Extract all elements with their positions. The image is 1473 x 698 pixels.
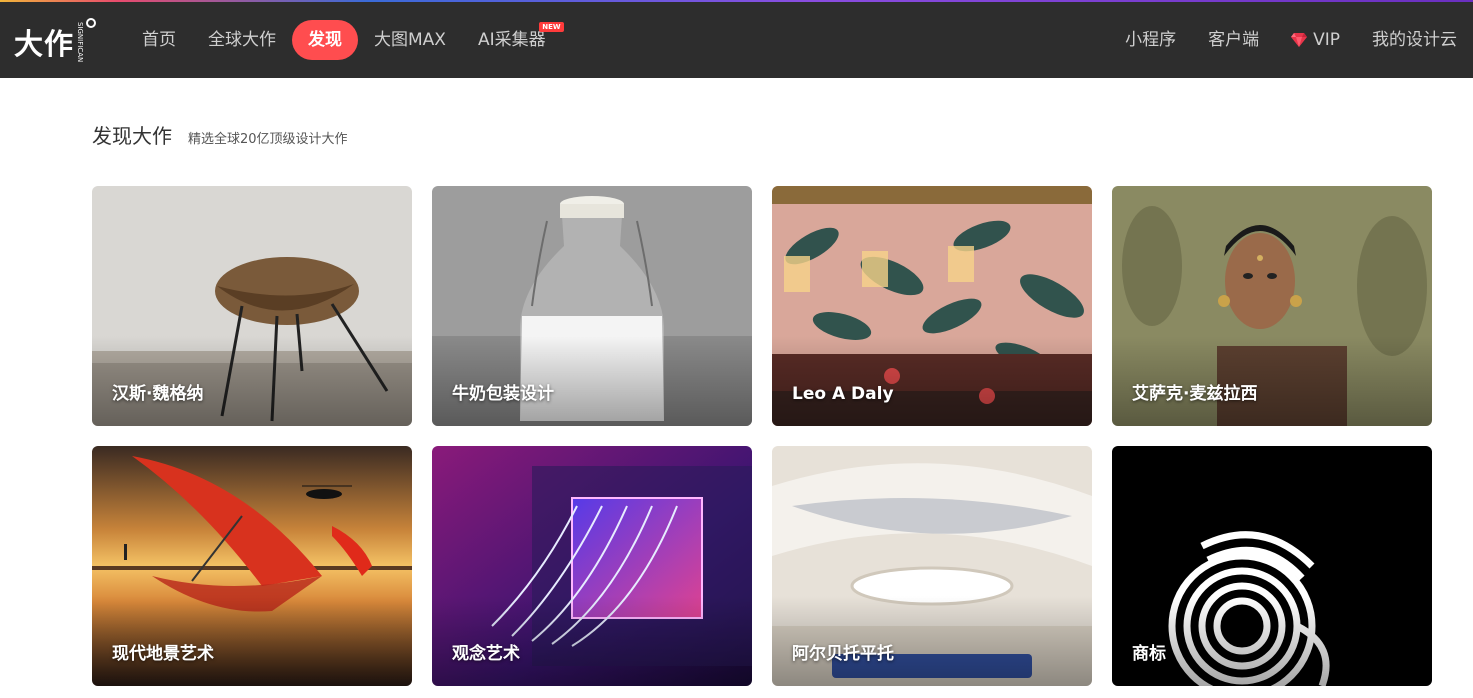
right-nav: 小程序 客户端 VIP 我的设计云 <box>1109 20 1473 60</box>
logo-text: 大作 <box>14 27 75 61</box>
nav-vip-label: VIP <box>1313 30 1340 50</box>
card-alberto-pinto[interactable]: 阿尔贝托平托 <box>772 446 1092 686</box>
nav-my-design-cloud[interactable]: 我的设计云 <box>1356 20 1473 60</box>
nav-my-design-cloud-label: 我的设计云 <box>1372 30 1457 50</box>
card-milk-packaging[interactable]: 牛奶包装设计 <box>432 186 752 426</box>
nav-discover[interactable]: 发现 <box>292 20 358 60</box>
nav-bigimage-max-label: 大图MAX <box>374 30 446 50</box>
card-hans-wegner[interactable]: 汉斯·魏格纳 <box>92 186 412 426</box>
card-modern-land-art[interactable]: 现代地景艺术 <box>92 446 412 686</box>
new-badge: NEW <box>539 22 564 32</box>
top-navbar: 大作 SIGNIFICAN 首页 全球大作 发现 大图MAX AI采集器 NEW… <box>0 2 1473 78</box>
nav-global-works[interactable]: 全球大作 <box>192 20 292 60</box>
nav-mini-program[interactable]: 小程序 <box>1109 20 1192 60</box>
nav-mini-program-label: 小程序 <box>1125 30 1177 50</box>
site-logo[interactable]: 大作 SIGNIFICAN <box>14 18 96 63</box>
logo-subtext: SIGNIFICAN <box>76 21 85 63</box>
nav-home-label: 首页 <box>142 30 176 50</box>
card-shade <box>772 336 1092 426</box>
card-conceptual-art[interactable]: 观念艺术 <box>432 446 752 686</box>
section-title: 发现大作 <box>92 124 172 148</box>
section-subtitle: 精选全球20亿顶级设计大作 <box>188 132 348 147</box>
nav-client-label: 客户端 <box>1208 30 1260 50</box>
card-trademark[interactable]: 商标 <box>1112 446 1432 686</box>
card-caption: 牛奶包装设计 <box>452 384 554 404</box>
card-caption: 艾萨克·麦兹拉西 <box>1132 384 1258 404</box>
main-nav: 首页 全球大作 发现 大图MAX AI采集器 NEW <box>126 20 564 60</box>
card-caption: 汉斯·魏格纳 <box>112 384 204 404</box>
nav-client[interactable]: 客户端 <box>1192 20 1275 60</box>
card-caption: Leo A Daly <box>792 384 894 404</box>
nav-ai-collector[interactable]: AI采集器 NEW <box>462 20 564 60</box>
nav-bigimage-max[interactable]: 大图MAX <box>358 20 462 60</box>
nav-global-works-label: 全球大作 <box>208 30 276 50</box>
nav-ai-collector-label: AI采集器 <box>477 30 546 50</box>
diamond-icon <box>1291 33 1308 47</box>
nav-discover-label: 发现 <box>308 30 342 50</box>
card-leo-a-daly[interactable]: Leo A Daly <box>772 186 1092 426</box>
card-caption: 现代地景艺术 <box>112 644 214 664</box>
nav-home[interactable]: 首页 <box>126 20 192 60</box>
card-caption: 商标 <box>1132 644 1166 664</box>
logo-search-icon <box>86 18 96 28</box>
card-isaac-mizrahi[interactable]: 艾萨克·麦兹拉西 <box>1112 186 1432 426</box>
card-caption: 阿尔贝托平托 <box>792 644 894 664</box>
section-heading: 发现大作 精选全球20亿顶级设计大作 <box>92 120 348 149</box>
card-caption: 观念艺术 <box>452 644 520 664</box>
nav-vip[interactable]: VIP <box>1275 20 1356 60</box>
